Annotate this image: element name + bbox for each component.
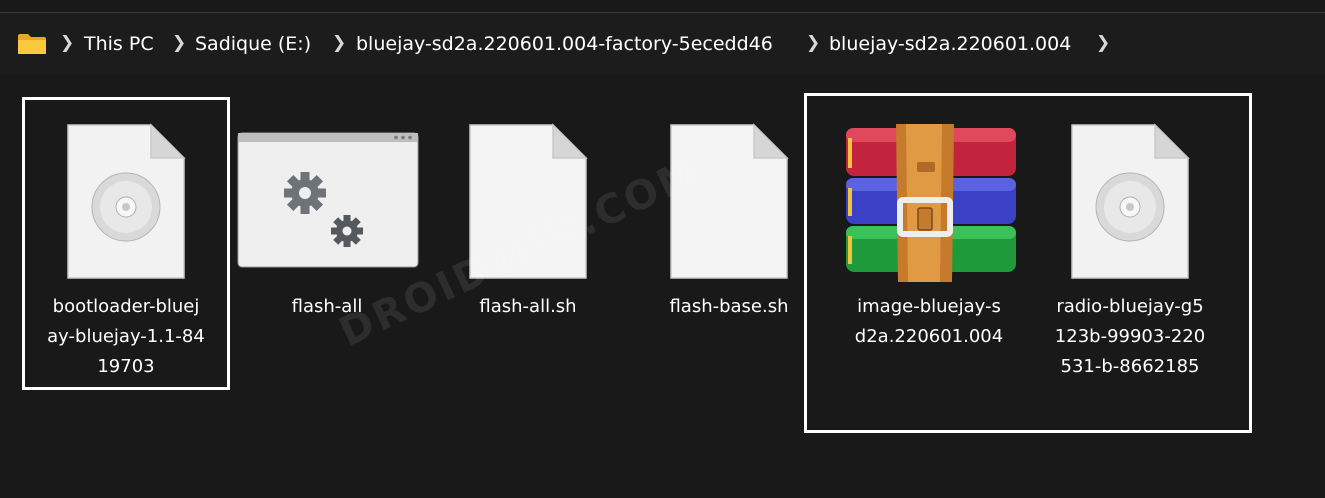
breadcrumb-item-this-pc[interactable]: This PC xyxy=(84,13,154,75)
chevron-right-icon[interactable]: ❯ xyxy=(172,13,186,75)
breadcrumb-item-factory-folder[interactable]: bluejay-sd2a.220601.004-factory-5ecedd46 xyxy=(356,13,773,75)
breadcrumb-item-current-folder[interactable]: bluejay-sd2a.220601.004 xyxy=(829,13,1071,75)
breadcrumb-item-drive[interactable]: Sadique (E:) xyxy=(195,13,311,75)
file-item-flash-base-sh[interactable]: flash-base.sh xyxy=(634,75,824,375)
file-name: image-bluejay-s d2a.220601.004 xyxy=(854,296,1004,347)
chevron-right-icon[interactable]: ❯ xyxy=(332,13,346,75)
chevron-right-icon[interactable]: ❯ xyxy=(1096,13,1110,75)
disc-image-file-icon xyxy=(1071,123,1190,279)
file-name: radio-bluejay-g5 123b-99903-220 531-b-8662… xyxy=(1054,296,1206,377)
chevron-right-icon[interactable]: ❯ xyxy=(60,13,74,75)
file-item-image-bluejay[interactable]: image-bluejay-s d2a.220601.004 xyxy=(834,75,1024,375)
chevron-right-icon[interactable]: ❯ xyxy=(806,13,820,75)
disc-image-file-icon xyxy=(67,123,186,279)
file-item-radio-bluejay[interactable]: radio-bluejay-g5 123b-99903-220 531-b-8662… xyxy=(1035,75,1225,377)
batch-file-settings-icon xyxy=(237,132,419,268)
breadcrumb[interactable]: ❯ This PC ❯ Sadique (E:) ❯ bluejay-sd2a.… xyxy=(0,13,1325,75)
file-name: bootloader-bluej ay-bluejay-1.1-84 19703 xyxy=(47,296,205,377)
winrar-archive-icon xyxy=(846,124,1016,282)
folder-icon xyxy=(18,34,46,54)
file-grid: bootloader-bluejay-bluejay-1.1-8419703 xyxy=(0,75,1325,498)
file-name: flash-base.sh xyxy=(669,296,789,317)
file-item-bootloader[interactable]: bootloader-bluej ay-bluejay-1.1-84 19703 xyxy=(31,75,221,377)
